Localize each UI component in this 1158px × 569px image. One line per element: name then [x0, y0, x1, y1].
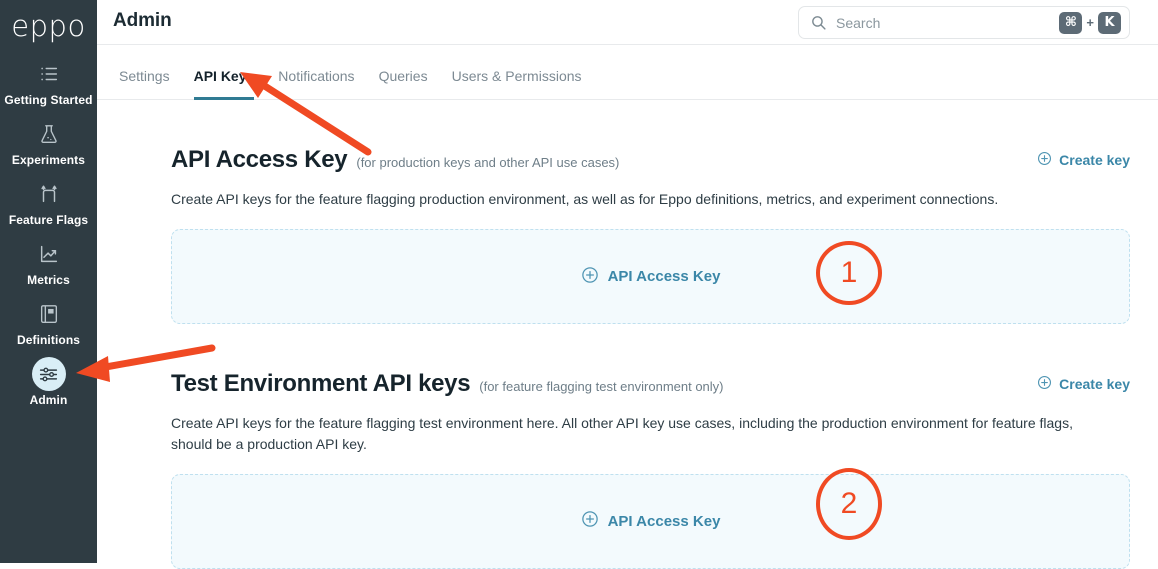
sliders-icon: [31, 357, 66, 391]
create-key-button-test[interactable]: Create key: [1037, 375, 1130, 393]
tab-queries[interactable]: Queries: [379, 68, 428, 99]
flag-branch-icon: [32, 177, 66, 211]
section-title: API Access Key: [171, 146, 348, 173]
sidebar-item-label: Definitions: [16, 333, 81, 347]
sidebar-item-definitions[interactable]: Definitions: [0, 297, 97, 347]
section-title: Test Environment API keys: [171, 370, 471, 398]
add-api-access-key-label: API Access Key: [607, 268, 721, 286]
tab-bar: Settings API Keys Notifications Queries …: [97, 45, 1158, 100]
create-key-label: Create key: [1059, 152, 1130, 168]
add-api-access-key-button[interactable]: API Access Key: [581, 266, 721, 288]
sidebar-item-getting-started[interactable]: Getting Started: [0, 57, 97, 107]
tab-settings[interactable]: Settings: [119, 68, 170, 99]
sidebar-item-label: Metrics: [27, 273, 70, 287]
create-key-label: Create key: [1059, 376, 1130, 393]
add-api-access-key-button[interactable]: API Access Key: [581, 510, 721, 532]
sidebar-item-label: Admin: [29, 393, 68, 407]
search-icon: [810, 14, 827, 31]
tab-notifications[interactable]: Notifications: [278, 68, 354, 99]
sidebar-item-label: Experiments: [11, 153, 86, 167]
section-description: Create API keys for the feature flagging…: [171, 191, 999, 207]
tab-users-permissions[interactable]: Users & Permissions: [452, 68, 582, 99]
section-header: API Access Key (for production keys and …: [171, 146, 1130, 174]
sidebar-item-experiments[interactable]: Experiments: [0, 117, 97, 167]
shortcut-cmd-key: ⌘: [1059, 11, 1083, 34]
shortcut-plus: +: [1086, 15, 1094, 30]
section-note: (for production keys and other API use c…: [356, 155, 620, 170]
section-header: Test Environment API keys (for feature f…: [171, 370, 1130, 398]
api-access-key-card-production[interactable]: API Access Key: [171, 229, 1130, 325]
tab-api-keys[interactable]: API Keys: [193, 68, 254, 100]
section-test-environment-api-keys: Test Environment API keys (for feature f…: [171, 370, 1130, 569]
eppo-logo[interactable]: eppo: [11, 12, 85, 41]
page-title: Admin: [113, 10, 172, 31]
chart-trend-icon: [32, 237, 66, 271]
sidebar-item-label: Feature Flags: [8, 213, 89, 227]
circle-plus-icon: [581, 266, 599, 288]
list-icon: [32, 57, 66, 91]
sidebar-item-metrics[interactable]: Metrics: [0, 237, 97, 287]
main-panel: Admin ⌘ + K Settings API Keys Notificati…: [97, 0, 1158, 569]
circle-plus-icon: [1037, 151, 1052, 169]
shortcut-k-key: K: [1098, 11, 1121, 34]
flask-icon: [32, 117, 66, 151]
create-key-button-production[interactable]: Create key: [1037, 151, 1130, 169]
sidebar-item-admin[interactable]: Admin: [0, 357, 97, 407]
add-api-access-key-label: API Access Key: [607, 512, 721, 530]
circle-plus-icon: [581, 510, 599, 532]
circle-plus-icon: [1037, 375, 1052, 393]
section-description: Create API keys for the feature flagging…: [171, 415, 1073, 452]
sidebar-item-feature-flags[interactable]: Feature Flags: [0, 177, 97, 227]
sidebar-item-label: Getting Started: [4, 93, 93, 107]
section-api-access-key: API Access Key (for production keys and …: [171, 146, 1130, 325]
api-access-key-card-test[interactable]: API Access Key: [171, 473, 1130, 569]
topbar: Admin ⌘ + K: [97, 0, 1158, 45]
search-box[interactable]: ⌘ + K: [798, 6, 1130, 39]
section-note: (for feature flagging test environment o…: [479, 379, 724, 395]
app-root: eppo Getting Started Experiments Feature…: [0, 0, 1158, 569]
sidebar: eppo Getting Started Experiments Feature…: [0, 0, 97, 563]
content-area: API Access Key (for production keys and …: [97, 146, 1158, 569]
book-icon: [32, 297, 66, 331]
search-input[interactable]: [836, 14, 1060, 31]
